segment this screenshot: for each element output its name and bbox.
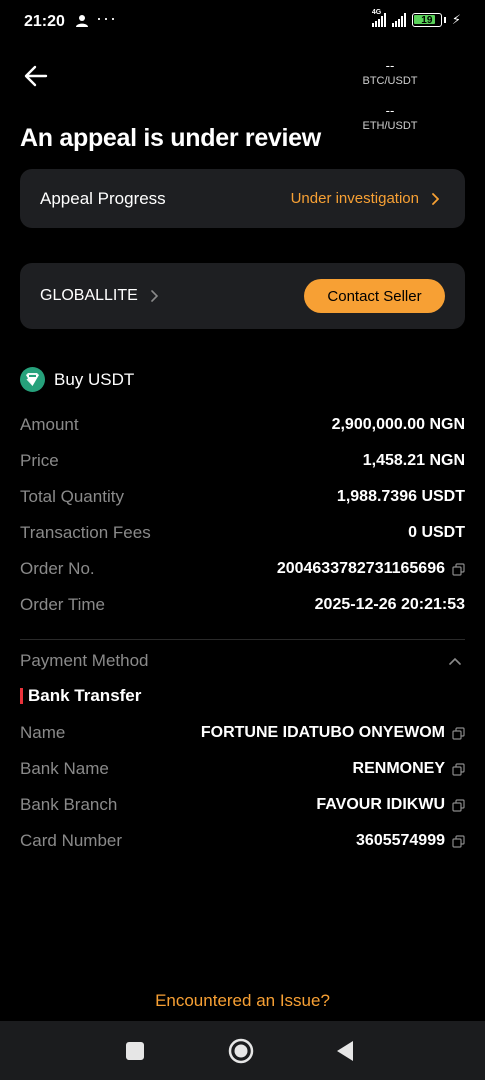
appeal-progress-card[interactable]: Appeal Progress Under investigation <box>20 169 465 228</box>
appeal-status-text: Under investigation <box>290 190 419 207</box>
detail-row-order-time: Order Time 2025-12-26 20:21:53 <box>20 593 465 617</box>
system-nav-bar <box>0 1021 485 1080</box>
payment-row-name: Name FORTUNE IDATUBO ONYEWOM <box>20 721 465 745</box>
detail-row-price: Price 1,458.21 NGN <box>20 449 465 473</box>
network-type: 4G <box>371 9 382 16</box>
detail-label: Transaction Fees <box>20 523 151 542</box>
divider <box>20 639 465 640</box>
signal-icon: 4G <box>371 9 386 27</box>
detail-label: Bank Name <box>20 759 109 778</box>
detail-value-wrap: 3605574999 <box>356 832 465 850</box>
payment-method-label: Payment Method <box>20 651 149 670</box>
detail-value-wrap: RENMONEY <box>353 760 465 778</box>
usdt-icon <box>20 367 45 392</box>
copy-icon[interactable] <box>452 726 465 740</box>
detail-value-wrap: 2004633782731165696 <box>277 560 465 578</box>
detail-label: Bank Branch <box>20 795 118 814</box>
contact-seller-button[interactable]: Contact Seller <box>304 279 445 313</box>
detail-row-total-quantity: Total Quantity 1,988.7396 USDT <box>20 485 465 509</box>
back-triangle-icon[interactable] <box>332 1037 360 1065</box>
seller-name: GLOBALLITE <box>40 287 138 304</box>
detail-label: Card Number <box>20 831 123 850</box>
encountered-issue-link[interactable]: Encountered an Issue? <box>0 991 485 1011</box>
detail-label: Price <box>20 451 59 470</box>
chevron-right-icon <box>432 192 439 205</box>
detail-label: Order No. <box>20 559 95 578</box>
payment-row-bank-name: Bank Name RENMONEY <box>20 757 465 781</box>
status-time: 21:20 <box>24 13 65 30</box>
chevron-up-icon <box>449 657 461 665</box>
status-indicators: 4G 19 ⚡ <box>371 9 461 28</box>
signal-icon <box>391 13 406 27</box>
home-icon[interactable] <box>227 1037 255 1065</box>
payment-row-bank-branch: Bank Branch FAVOUR IDIKWU <box>20 793 465 817</box>
order-side: Buy USDT <box>20 367 134 392</box>
detail-value: FAVOUR IDIKWU <box>316 796 445 813</box>
battery-icon: 19 <box>411 13 442 27</box>
seller-link[interactable]: GLOBALLITE <box>40 287 158 305</box>
seller-card: GLOBALLITE Contact Seller <box>20 263 465 329</box>
arrow-left-icon[interactable] <box>22 62 50 90</box>
payment-row-card-number: Card Number 3605574999 <box>20 829 465 853</box>
detail-value: RENMONEY <box>352 760 445 777</box>
ticker-pair: BTC/USDT <box>362 75 418 87</box>
page-title: An appeal is under review <box>20 124 321 152</box>
copy-icon[interactable] <box>452 562 465 576</box>
appeal-progress-label: Appeal Progress <box>40 189 166 208</box>
ticker-value: -- <box>385 103 395 118</box>
detail-row-order-no: Order No. 2004633782731165696 <box>20 557 465 581</box>
detail-label: Total Quantity <box>20 487 124 506</box>
method-marker <box>20 688 23 704</box>
detail-row-amount: Amount 2,900,000.00 NGN <box>20 413 465 437</box>
charging-icon: ⚡ <box>451 12 461 27</box>
payment-method-name: Bank Transfer <box>28 686 142 705</box>
detail-value: 0 USDT <box>408 524 465 541</box>
ticker-value: -- <box>385 58 395 73</box>
person-icon <box>76 15 88 27</box>
appeal-status: Under investigation <box>291 190 439 207</box>
detail-value-wrap: FORTUNE IDATUBO ONYEWOM <box>201 724 465 742</box>
recent-apps-icon[interactable] <box>121 1037 149 1065</box>
detail-value: 2004633782731165696 <box>276 560 445 577</box>
detail-label: Name <box>20 723 66 742</box>
copy-icon[interactable] <box>452 834 465 848</box>
detail-label: Amount <box>20 415 79 434</box>
status-bar: 21:20 ··· 4G 19 ⚡ <box>0 0 485 44</box>
detail-label: Order Time <box>20 595 106 614</box>
payment-method-type: Bank Transfer <box>20 686 141 706</box>
ticker-eth[interactable]: -- ETH/USDT <box>355 103 425 132</box>
status-dots: ··· <box>96 8 117 28</box>
ticker-btc[interactable]: -- BTC/USDT <box>355 58 425 87</box>
detail-value-wrap: FAVOUR IDIKWU <box>316 796 465 814</box>
payment-method-toggle[interactable]: Payment Method <box>20 649 465 673</box>
detail-value: FORTUNE IDATUBO ONYEWOM <box>200 724 445 741</box>
detail-value: 1,458.21 NGN <box>362 452 465 469</box>
detail-value: 2,900,000.00 NGN <box>331 416 465 433</box>
detail-value: 3605574999 <box>356 832 445 849</box>
order-side-label: Buy USDT <box>54 369 135 389</box>
chevron-right-icon <box>151 290 158 302</box>
detail-row-fees: Transaction Fees 0 USDT <box>20 521 465 545</box>
ticker-pair: ETH/USDT <box>362 120 418 132</box>
copy-icon[interactable] <box>452 762 465 776</box>
battery-level: 19 <box>421 14 433 26</box>
detail-value: 2025-12-26 20:21:53 <box>314 596 465 613</box>
copy-icon[interactable] <box>452 798 465 812</box>
detail-value: 1,988.7396 USDT <box>336 488 465 505</box>
